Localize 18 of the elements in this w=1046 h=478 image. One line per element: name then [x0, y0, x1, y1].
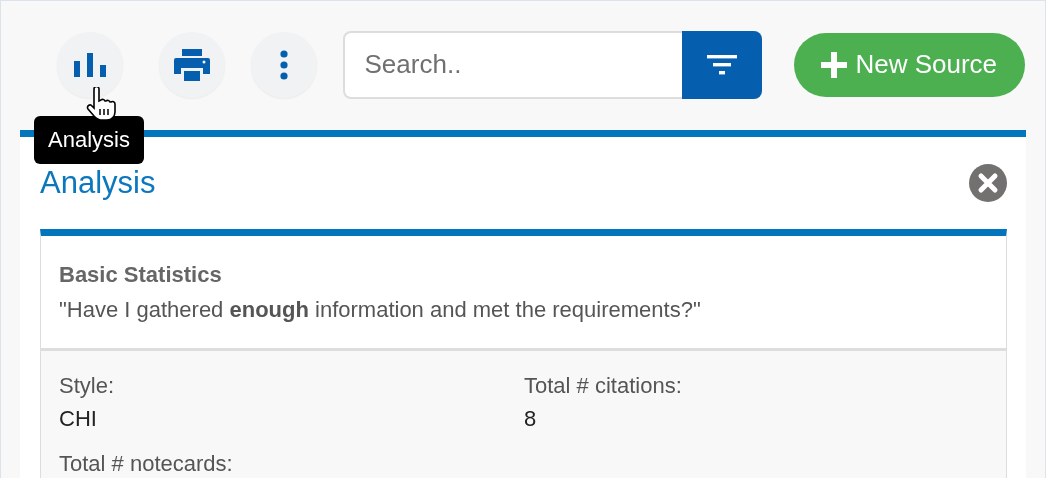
stat-label: Total # citations: [524, 372, 683, 400]
filter-icon [706, 54, 737, 75]
tooltip: Analysis [34, 115, 144, 164]
stat-value: CHI [59, 405, 98, 433]
panel-title: Analysis [40, 165, 156, 201]
plus-icon [821, 51, 848, 78]
stat-label: Style: [59, 372, 116, 400]
search-field[interactable]: Search.. [342, 30, 682, 99]
close-icon[interactable] [969, 164, 1007, 202]
bar-chart-icon [73, 52, 106, 77]
filter-button[interactable] [681, 30, 762, 99]
stat-value: 8 [524, 405, 538, 433]
stat-label: Total # notecards: [59, 450, 234, 478]
card-title: Basic Statistics [59, 261, 223, 289]
printer-icon [173, 48, 210, 81]
card-subtitle: "Have I gathered enough information and met the requirements?" [59, 296, 702, 324]
more-options-icon [279, 49, 288, 80]
hand-cursor-icon [86, 86, 116, 121]
